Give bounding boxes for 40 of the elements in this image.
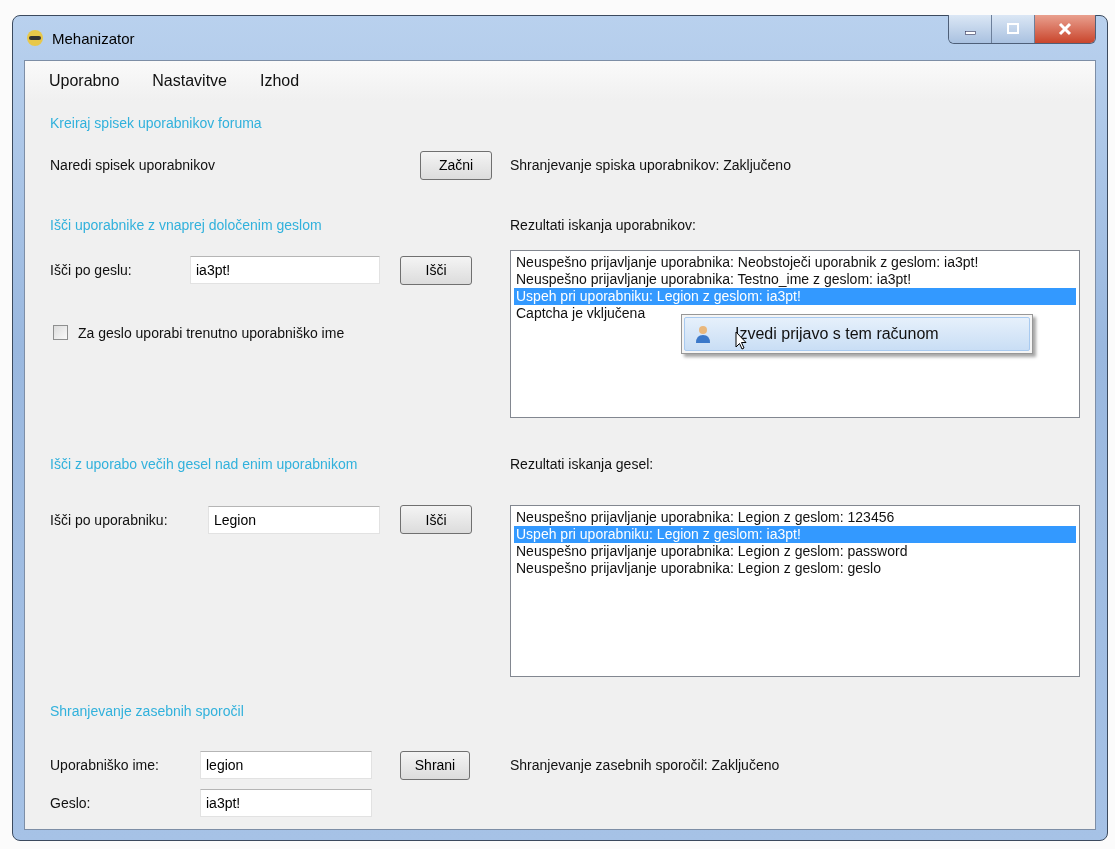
minimize-button[interactable]	[949, 15, 991, 43]
close-button[interactable]	[1034, 15, 1095, 43]
section-title: Shranjevanje zasebnih sporočil	[50, 703, 245, 719]
results-list[interactable]	[510, 250, 1080, 418]
section-title: Kreiraj spisek uporabnikov foruma	[50, 115, 263, 131]
list-item[interactable]: Neuspešno prijavljanje uporabnika: Neobstoječi uporabnik z geslom: ia3pt!	[514, 254, 1076, 271]
list-item[interactable]: Neuspešno prijavljanje uporabnika: Legion z geslom: password	[514, 543, 1076, 560]
maximize-button[interactable]	[991, 15, 1034, 43]
menu-item[interactable]: Nastavitve	[141, 68, 241, 94]
status-text: Shranjevanje spiska uporabnikov: Zaključeno	[510, 157, 792, 173]
input-field[interactable]: ia3pt!	[200, 788, 372, 817]
input-field[interactable]: Legion	[208, 505, 380, 534]
field-label: Geslo:	[50, 794, 92, 811]
results-label: Rezultati iskanja uporabnikov:	[510, 217, 697, 235]
input-field[interactable]: legion	[200, 751, 372, 779]
list-item[interactable]: Neuspešno prijavljanje uporabnika: Legion z geslom: geslo	[514, 560, 1076, 577]
menu-item[interactable]: Izhod	[249, 68, 314, 94]
field-label: Išči po geslu:	[50, 262, 133, 278]
field-label: Išči po uporabniku:	[50, 511, 169, 528]
save-button[interactable]: Shrani	[400, 750, 470, 780]
status-text: Shranjevanje zasebnih sporočil: Zaključeno	[510, 757, 781, 773]
window-title: Mehanizator	[52, 29, 135, 47]
checkbox-label: Za geslo uporabi trenutno uporabniško ime	[78, 324, 345, 341]
menu-item[interactable]: Uporabno	[38, 68, 134, 94]
results-list[interactable]	[510, 505, 1080, 677]
list-item[interactable]: Neuspešno prijavljanje uporabnika: Testno_ime z geslom: ia3pt!	[514, 271, 1076, 288]
results-label: Rezultati iskanja gesel:	[510, 456, 655, 474]
minimize-icon	[964, 31, 976, 35]
section-title: Išči z uporabo večih gesel nad enim uporabnikom	[50, 456, 359, 474]
user-icon	[695, 325, 711, 343]
field-label: Uporabniško ime:	[50, 757, 160, 773]
list-item[interactable]: Neuspešno prijavljanje uporabnika: Legion z geslom: 123456	[514, 509, 1076, 526]
input-field[interactable]: ia3pt!	[190, 256, 380, 284]
field-label: Naredi spisek uporabnikov	[50, 157, 216, 173]
search-button[interactable]: Išči	[400, 505, 472, 534]
start-button[interactable]: Začni	[420, 150, 492, 180]
app-icon	[26, 29, 44, 47]
search-button[interactable]: Išči	[400, 255, 472, 285]
checkbox[interactable]	[53, 325, 68, 340]
section-title: Išči uporabnike z vnaprej določenim geslom	[50, 217, 323, 235]
